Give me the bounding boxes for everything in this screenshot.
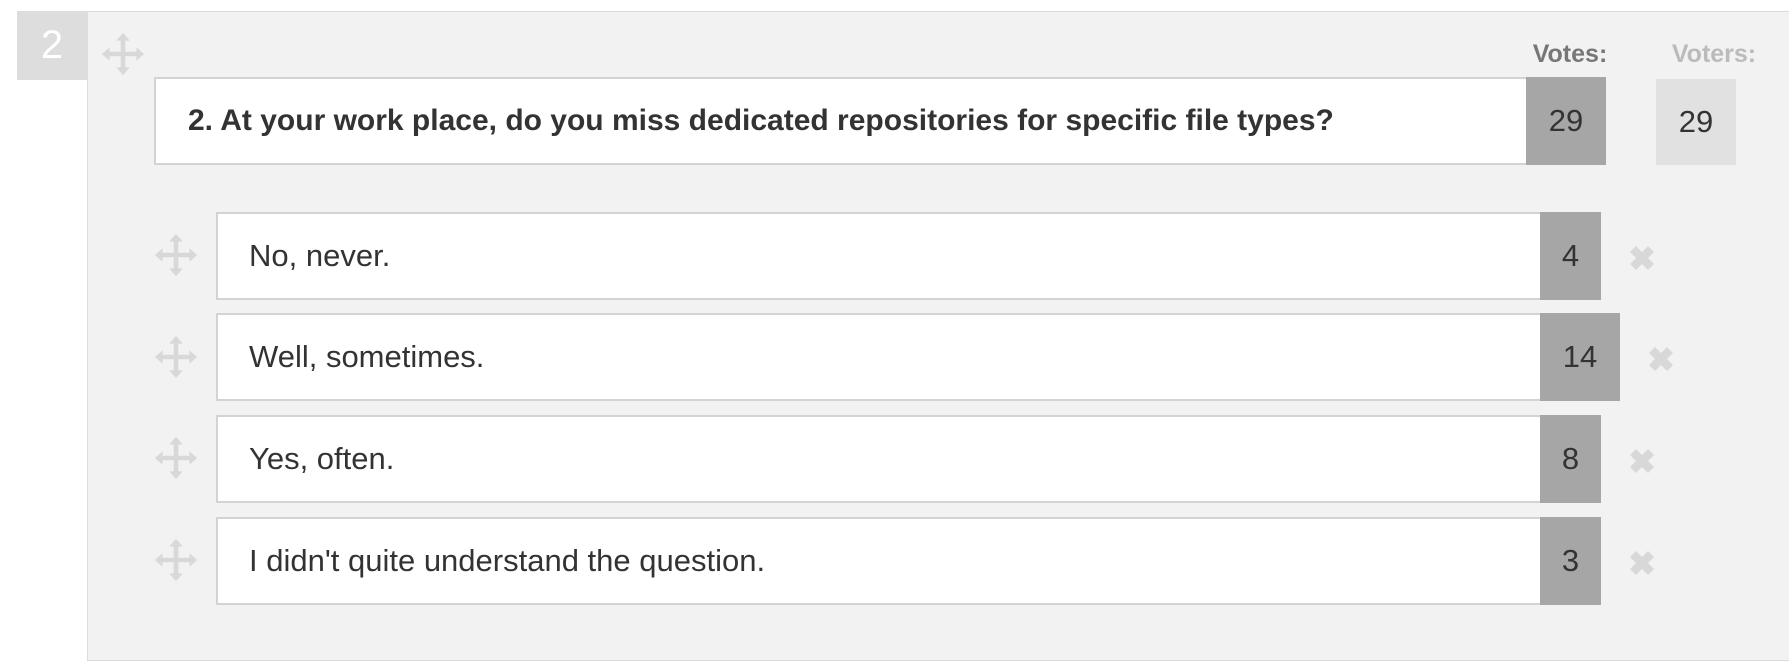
answer-drag-handle[interactable] [153, 232, 199, 278]
close-icon [1630, 551, 1654, 575]
answer-votes-count: 8 [1540, 415, 1601, 503]
close-icon [1630, 246, 1654, 270]
remove-answer-button[interactable] [1624, 545, 1660, 581]
votes-header: Votes: [1532, 40, 1608, 68]
close-icon [1630, 449, 1654, 473]
remove-answer-button[interactable] [1624, 240, 1660, 276]
question-number-badge: 2 [17, 11, 87, 80]
remove-answer-button[interactable] [1624, 443, 1660, 479]
answer-drag-handle[interactable] [153, 334, 199, 380]
question-text-field[interactable]: 2. At your work place, do you miss dedic… [154, 77, 1528, 165]
question-voters-count: 29 [1656, 79, 1736, 165]
answer-drag-handle[interactable] [153, 435, 199, 481]
move-icon [101, 32, 145, 76]
answer-text-field[interactable]: I didn't quite understand the question. [216, 517, 1542, 605]
answer-votes-count: 14 [1540, 313, 1620, 401]
move-icon [154, 436, 198, 480]
question-drag-handle[interactable] [100, 31, 146, 77]
move-icon [154, 335, 198, 379]
answer-text-field[interactable]: Well, sometimes. [216, 313, 1542, 401]
answer-text-field[interactable]: No, never. [216, 212, 1542, 300]
answer-votes-count: 4 [1540, 212, 1601, 300]
move-icon [154, 538, 198, 582]
close-icon [1649, 347, 1673, 371]
answer-text-field[interactable]: Yes, often. [216, 415, 1542, 503]
question-votes-count: 29 [1526, 77, 1606, 165]
move-icon [154, 233, 198, 277]
answer-drag-handle[interactable] [153, 537, 199, 583]
remove-answer-button[interactable] [1643, 341, 1679, 377]
answer-votes-count: 3 [1540, 517, 1601, 605]
voters-header: Voters: [1671, 40, 1757, 68]
